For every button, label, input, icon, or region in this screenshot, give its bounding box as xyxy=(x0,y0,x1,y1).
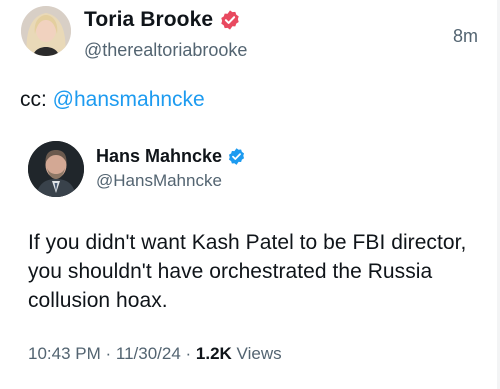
quote-avatar-image xyxy=(28,141,84,197)
post-date[interactable]: 11/30/24 xyxy=(116,344,181,363)
author-name[interactable]: Toria Brooke xyxy=(84,8,241,32)
views-label: Views xyxy=(231,344,282,363)
post-time[interactable]: 10:43 PM xyxy=(28,344,101,363)
post-text: cc: @hansmahncke xyxy=(20,88,205,112)
quote-text: If you didn't want Kash Patel to be FBI … xyxy=(28,231,467,312)
author-handle[interactable]: @therealtoriabrooke xyxy=(84,40,247,61)
meta-separator: · xyxy=(100,344,116,363)
quote-avatar[interactable] xyxy=(28,141,84,197)
meta-separator: · xyxy=(180,344,196,363)
author-name-text: Toria Brooke xyxy=(84,8,214,31)
avatar-image xyxy=(21,6,71,56)
quote-author-name[interactable]: Hans Mahncke xyxy=(96,146,246,167)
post-metadata: 10:43 PM · 11/30/24 · 1.2K Views xyxy=(28,344,282,364)
quote-author-name-text: Hans Mahncke xyxy=(96,146,223,166)
verified-badge-icon xyxy=(229,148,245,165)
verified-badge-icon xyxy=(221,10,239,30)
quote-author-handle[interactable]: @HansMahncke xyxy=(96,171,222,191)
post-text-prefix: cc: xyxy=(20,88,53,111)
mention-link[interactable]: @hansmahncke xyxy=(53,88,205,111)
views-count[interactable]: 1.2K xyxy=(196,344,232,363)
avatar[interactable] xyxy=(21,6,71,56)
post: Toria Brooke @therealtoriabrooke 8m cc: … xyxy=(0,0,500,389)
post-timestamp[interactable]: 8m xyxy=(453,26,478,47)
